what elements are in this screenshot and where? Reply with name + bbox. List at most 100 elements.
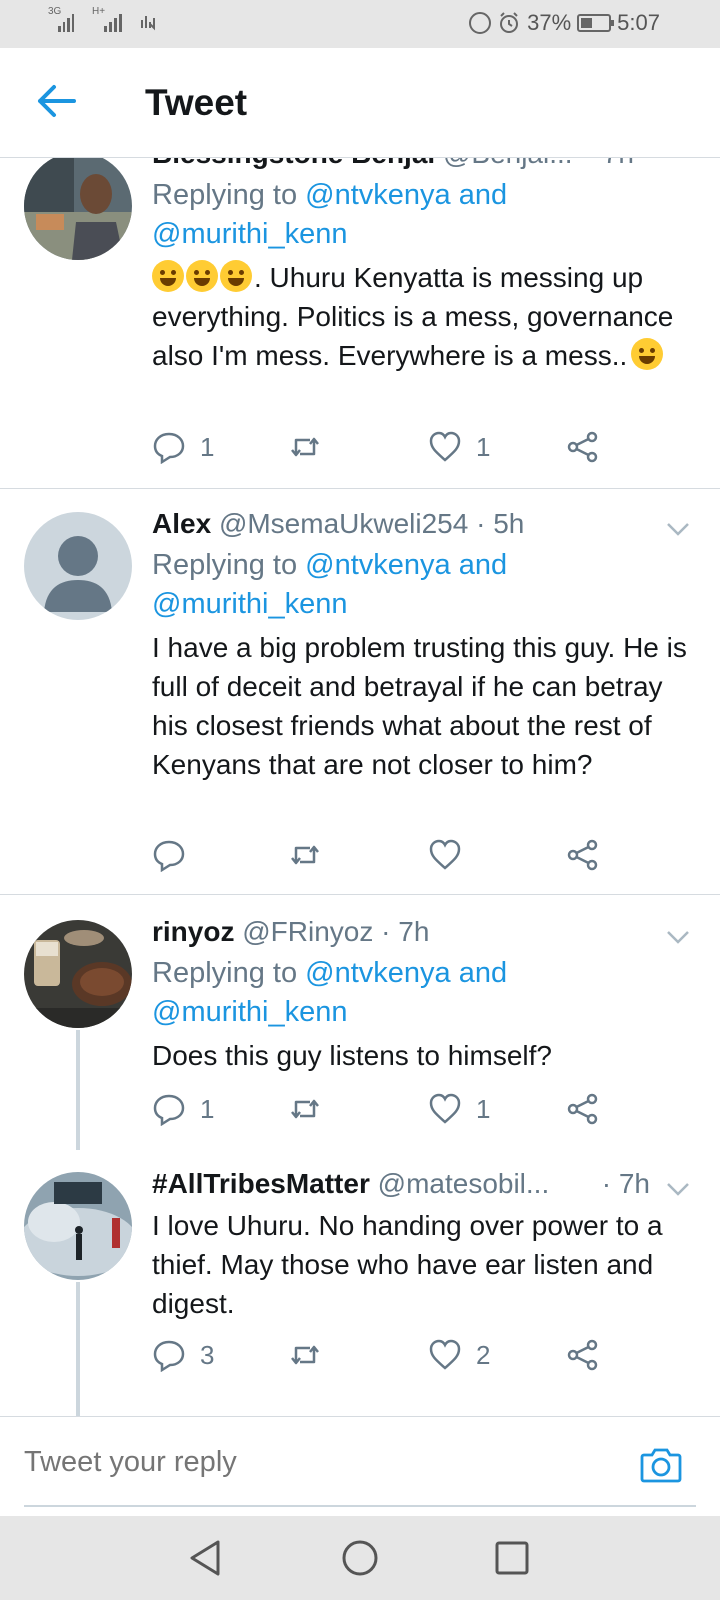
author-name[interactable]: #AllTribesMatter	[152, 1168, 370, 1199]
rofl-emoji-icon	[152, 260, 184, 292]
status-right: 37% 5:07	[469, 10, 660, 36]
retweet-icon	[291, 845, 319, 865]
tweet-time: · 7h	[601, 1168, 650, 1199]
like-count: 1	[476, 431, 491, 462]
tweet-time: · 5h	[476, 508, 525, 539]
reply-bar	[0, 1416, 720, 1516]
header: Tweet	[0, 48, 720, 158]
like-button[interactable]: 2	[428, 1338, 490, 1372]
tweet-time: · 7h	[381, 916, 430, 947]
replying-prefix: Replying to	[152, 179, 298, 211]
like-icon	[429, 431, 461, 462]
reply-button[interactable]: 1	[152, 430, 214, 464]
reply-icon	[153, 1340, 185, 1372]
reply-button[interactable]: 1	[152, 1092, 214, 1126]
share-icon	[567, 1093, 598, 1125]
tweet-text: Does this guy listens to himself?	[152, 1040, 552, 1071]
rofl-emoji-icon	[220, 260, 252, 292]
tweet-actions: 3 2	[152, 1338, 700, 1378]
tweet-body: #AllTribesMatter @matesobil... · 7h I lo…	[152, 1168, 690, 1323]
signal-icon-2: H+	[92, 6, 122, 32]
like-button[interactable]: 1	[428, 1092, 490, 1126]
reply-button[interactable]	[152, 838, 200, 872]
tweet-text-wrap: . Uhuru Kenyatta is messing up everythin…	[152, 258, 690, 375]
reply-icon	[153, 1094, 185, 1126]
replying-prefix: Replying to	[152, 549, 298, 581]
retweet-button[interactable]	[288, 430, 322, 464]
like-button[interactable]: 1	[428, 430, 490, 464]
retweet-button[interactable]	[288, 1338, 322, 1372]
data-saver-icon	[469, 12, 492, 34]
like-count: 1	[476, 1093, 491, 1124]
avatar[interactable]	[24, 512, 132, 620]
tweet-time: 7h	[603, 158, 634, 170]
avatar[interactable]	[24, 158, 132, 260]
avatar[interactable]	[24, 920, 132, 1028]
share-button[interactable]	[566, 1092, 600, 1126]
camera-icon[interactable]	[640, 1447, 682, 1483]
share-button[interactable]	[566, 430, 600, 464]
divider	[0, 894, 720, 895]
author-name[interactable]: Blessingstone Benjai	[152, 158, 435, 169]
retweet-icon	[291, 437, 319, 457]
status-left: 3G H+	[48, 6, 160, 32]
share-button[interactable]	[566, 1338, 600, 1372]
tweet-actions: 1 1	[152, 430, 700, 470]
author-handle[interactable]: @Benjai...	[443, 158, 573, 169]
battery-icon	[577, 14, 615, 32]
data-activity-icon	[141, 16, 155, 31]
author-name[interactable]: rinyoz	[152, 916, 234, 947]
chevron-down-icon[interactable]	[666, 930, 690, 944]
nav-recents-icon[interactable]	[492, 1538, 532, 1578]
author-name[interactable]: Alex	[152, 508, 211, 539]
reply-input[interactable]	[24, 1437, 624, 1487]
retweet-button[interactable]	[288, 838, 322, 872]
like-icon	[429, 1093, 461, 1124]
retweet-button[interactable]	[288, 1092, 322, 1126]
tweet-text: I love Uhuru. No handing over power to a…	[152, 1210, 663, 1319]
nav-home-icon[interactable]	[340, 1538, 380, 1578]
battery-percent: 37%	[527, 10, 572, 35]
tweet-text: I have a big problem trusting this guy. …	[152, 632, 687, 780]
replying-to: Replying to @ntvkenya and @murithi_kenn	[152, 546, 690, 624]
nav-back-icon[interactable]	[186, 1538, 226, 1578]
share-icon	[567, 1339, 598, 1371]
replying-prefix: Replying to	[152, 957, 298, 989]
reply-feed[interactable]: Blessingstone Benjai @Benjai... 7h Reply…	[0, 158, 720, 1416]
tweet-actions: 1 1	[152, 1092, 700, 1132]
divider	[0, 488, 720, 489]
tweet-meta: Alex @MsemaUkweli254 · 5h	[152, 508, 690, 546]
chevron-down-icon[interactable]	[666, 1182, 690, 1196]
rofl-emoji-icon	[186, 260, 218, 292]
author-handle[interactable]: @FRinyoz	[242, 916, 373, 947]
status-bar: 3G H+ 37% 5:07	[0, 0, 720, 48]
chevron-down-icon[interactable]	[666, 522, 690, 536]
tweet-body: rinyoz @FRinyoz · 7h Replying to @ntvken…	[152, 916, 690, 1075]
author-handle[interactable]: @MsemaUkweli254	[219, 508, 468, 539]
share-icon	[567, 431, 598, 463]
avatar[interactable]	[24, 1172, 132, 1280]
tweet-meta: rinyoz @FRinyoz · 7h	[152, 916, 690, 954]
reply-input-underline	[24, 1505, 696, 1507]
replying-to: Replying to @ntvkenya and @murithi_kenn	[152, 954, 690, 1032]
like-icon	[429, 839, 461, 870]
signal-icon: 3G	[48, 6, 74, 32]
like-icon	[429, 1339, 461, 1370]
reply-button[interactable]: 3	[152, 1338, 214, 1372]
tweet-item[interactable]: Alex @MsemaUkweli254 · 5h Replying to @n…	[0, 508, 720, 888]
tweet-actions	[152, 838, 700, 878]
thinking-emoji-icon	[631, 338, 664, 370]
retweet-icon	[291, 1345, 319, 1365]
author-handle[interactable]: @matesobil...	[378, 1168, 550, 1199]
alarm-icon	[500, 12, 519, 33]
back-arrow-icon[interactable]	[36, 84, 76, 118]
share-button[interactable]	[566, 838, 600, 872]
retweet-icon	[291, 1099, 319, 1119]
tweet-meta: Blessingstone Benjai @Benjai... 7h	[152, 158, 690, 176]
tweet-item[interactable]: #AllTribesMatter @matesobil... · 7h I lo…	[0, 1168, 720, 1416]
network-type-label: 3G	[48, 6, 62, 17]
reply-icon	[153, 432, 185, 464]
tweet-meta: #AllTribesMatter @matesobil... · 7h	[152, 1168, 690, 1206]
like-button[interactable]	[428, 838, 476, 872]
clock: 5:07	[617, 10, 660, 35]
